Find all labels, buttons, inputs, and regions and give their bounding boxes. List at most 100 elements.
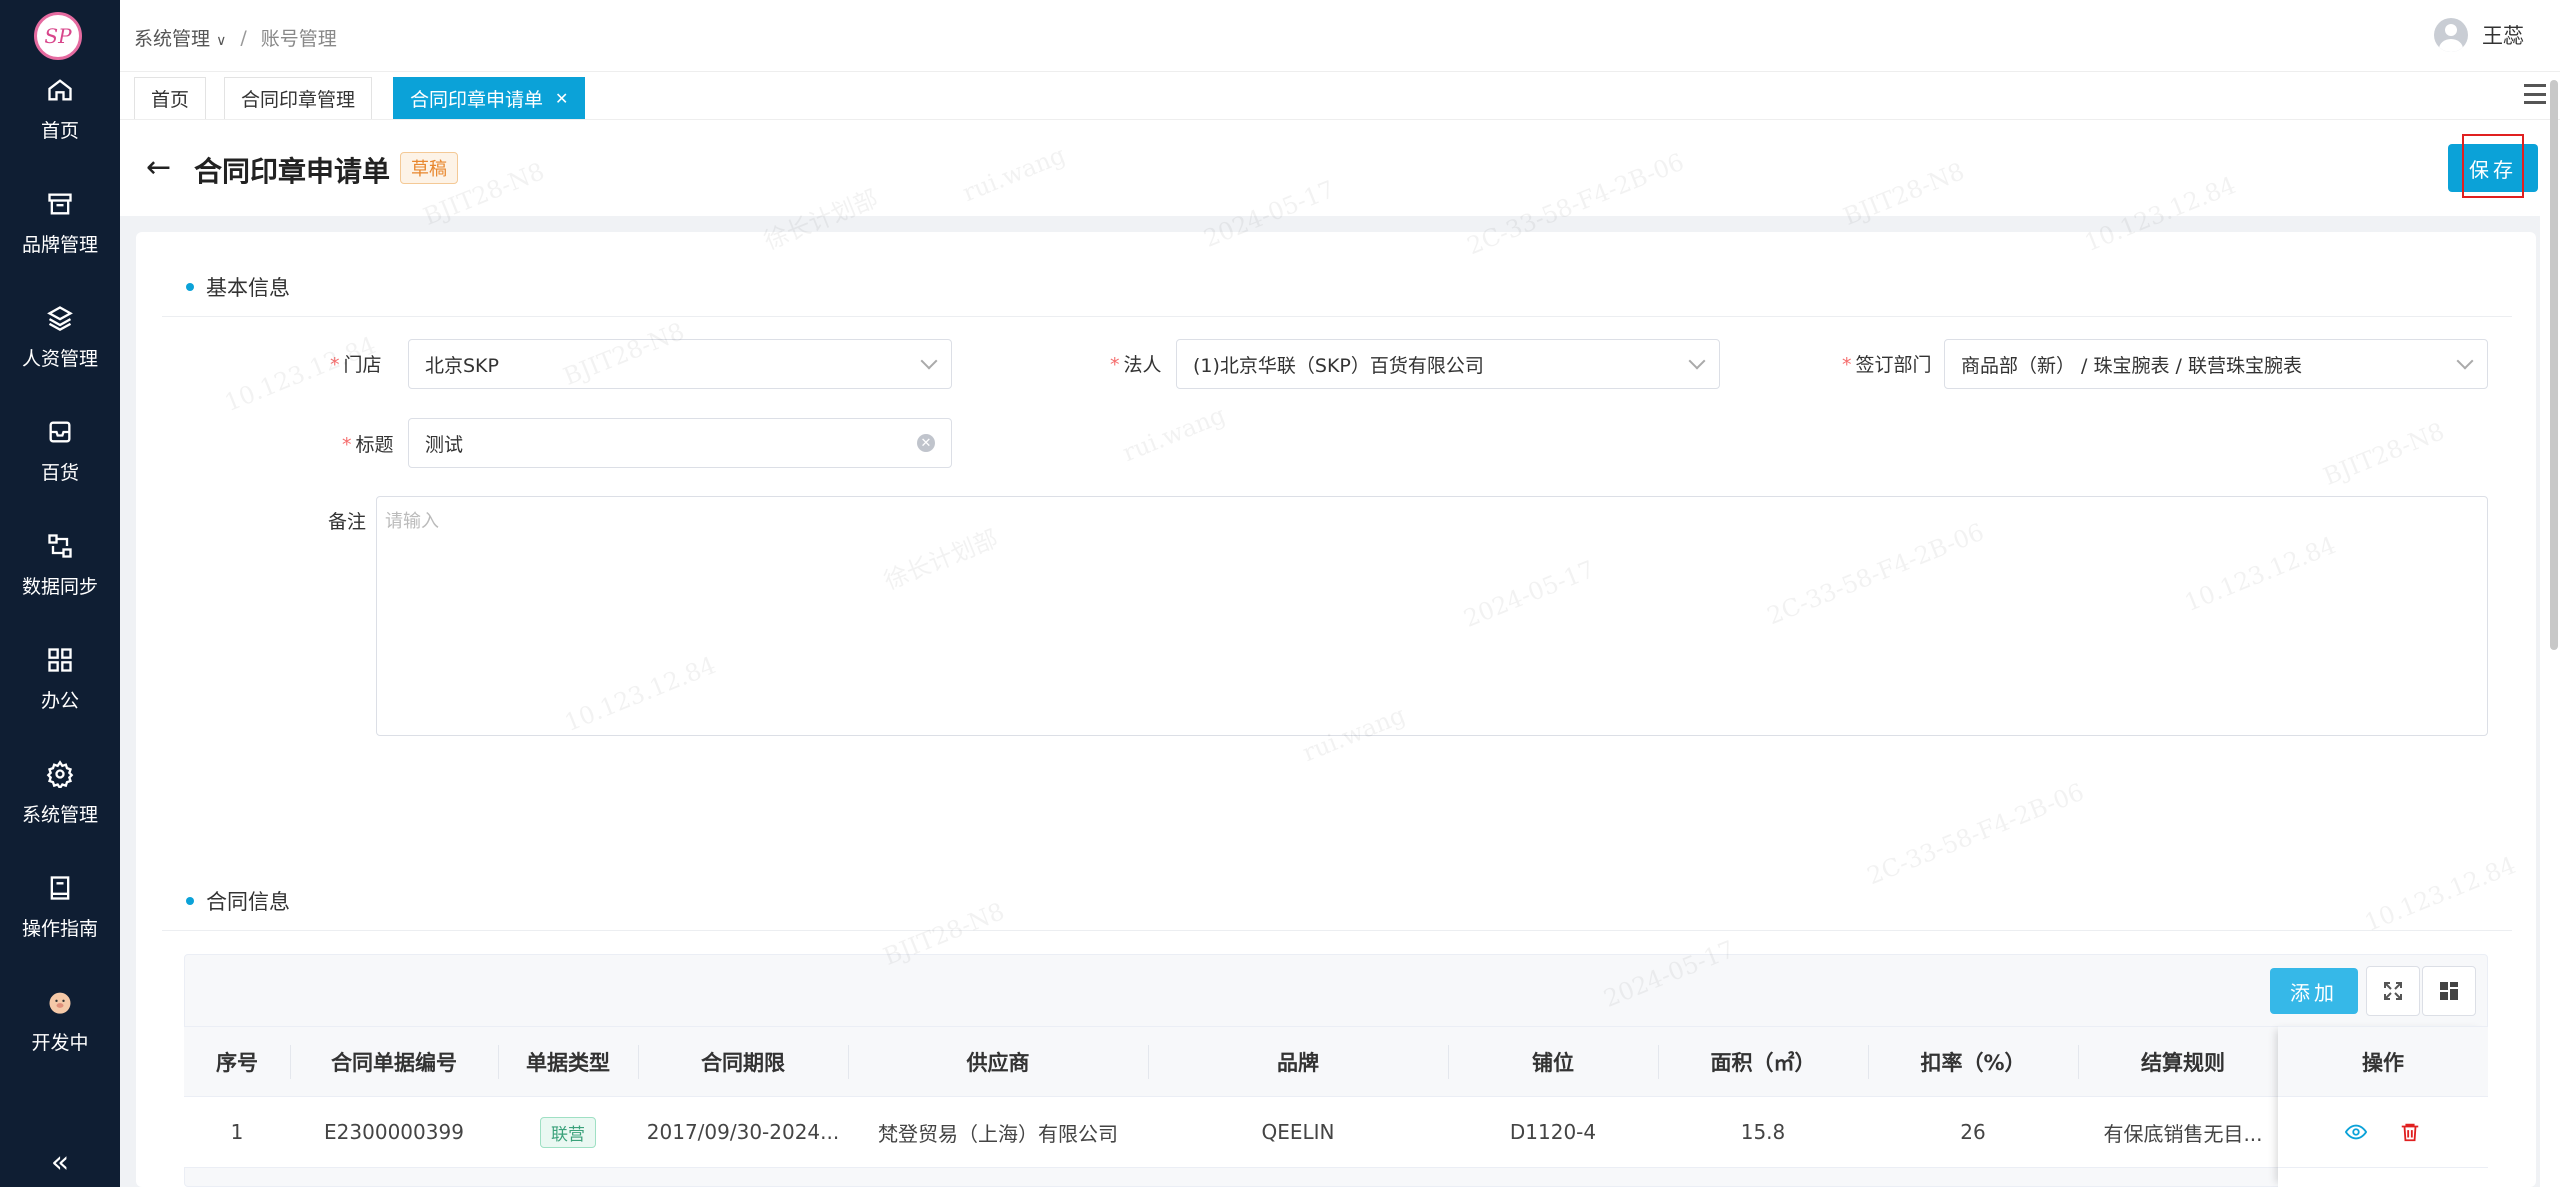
legal-entity-select[interactable]: (1)北京华联（SKP）百货有限公司 (1176, 339, 1720, 389)
department-cascader[interactable]: 商品部（新） / 珠宝腕表 / 联营珠宝腕表 (1944, 339, 2488, 389)
save-button[interactable]: 保存 (2448, 144, 2538, 192)
sidebar-item-data-sync[interactable]: 数据同步 (0, 508, 120, 622)
legal-entity-value: (1)北京华联（SKP）百货有限公司 (1193, 354, 1484, 377)
store-value: 北京SKP (425, 354, 499, 377)
tab-contract-seal-application[interactable]: 合同印章申请单 ✕ (393, 77, 586, 119)
title-input[interactable]: 测试 ✕ (408, 418, 952, 468)
menu-icon[interactable] (2524, 84, 2546, 104)
sidebar-item-dev[interactable]: 开发中 (0, 964, 120, 1078)
column-header[interactable]: 结算规则 (2078, 1027, 2288, 1096)
user-menu[interactable]: 王蕊 (2434, 18, 2524, 52)
column-header[interactable]: 合同单据编号 (290, 1027, 498, 1096)
back-arrow-icon[interactable]: ← (146, 150, 171, 185)
sidebar-collapse-button[interactable]: « (0, 1137, 120, 1187)
breadcrumb-item-current: 账号管理 (260, 28, 337, 50)
column-header[interactable]: 扣率（%） (1868, 1027, 2078, 1096)
view-eye-icon[interactable] (2345, 1121, 2367, 1143)
book-icon (50, 875, 70, 900)
remark-placeholder: 请输入 (385, 511, 439, 532)
chevron-down-icon (1688, 352, 1706, 370)
sidebar-item-label: 系统管理 (21, 803, 98, 826)
section-title-contract-info: 合同信息 (186, 886, 290, 916)
title-label-text: 标题 (355, 434, 394, 456)
chevron-down-icon (2456, 352, 2474, 370)
tab-bar: 首页 合同印章管理 合同印章申请单 ✕ (120, 72, 2560, 120)
sidebar-item-system[interactable]: 系统管理 (0, 736, 120, 850)
department-value: 商品部（新） / 珠宝腕表 / 联营珠宝腕表 (1961, 354, 2302, 377)
page-title: 合同印章申请单 (194, 155, 391, 188)
add-button[interactable]: 添加 (2270, 968, 2358, 1014)
clear-icon[interactable]: ✕ (917, 434, 935, 452)
sidebar-item-brand[interactable]: 品牌管理 (0, 166, 120, 280)
remark-textarea[interactable]: 请输入 (376, 496, 2488, 736)
logo-text: SP (44, 24, 72, 48)
gear-icon (46, 759, 74, 788)
tab-label: 合同印章申请单 (410, 89, 544, 111)
breadcrumb: 系统管理 ∨ / 账号管理 (134, 24, 337, 51)
sync-icon (48, 533, 72, 558)
store-select[interactable]: 北京SKP (408, 339, 952, 389)
column-header[interactable]: 序号 (184, 1027, 290, 1096)
cell-index: 1 (230, 1120, 244, 1144)
column-header[interactable]: 面积（㎡） (1658, 1027, 1868, 1096)
sidebar-item-label: 开发中 (31, 1031, 89, 1054)
sidebar-item-label: 人资管理 (21, 347, 98, 370)
delete-trash-icon[interactable] (2399, 1121, 2421, 1143)
column-header[interactable]: 品牌 (1148, 1027, 1448, 1096)
fullscreen-button[interactable] (2366, 966, 2420, 1016)
cell-area: 15.8 (1740, 1120, 1786, 1144)
cell-rate: 26 (1960, 1120, 1986, 1144)
sidebar-item-guide[interactable]: 操作指南 (0, 850, 120, 964)
sidebar-item-label: 首页 (40, 119, 79, 142)
breadcrumb-separator: / (240, 26, 247, 49)
close-icon[interactable]: ✕ (555, 89, 568, 108)
fullscreen-icon (2384, 982, 2402, 1000)
sidebar-item-hr[interactable]: 人资管理 (0, 280, 120, 394)
remark-label: 备注 (328, 511, 367, 533)
cell-supplier: 梵登贸易（上海）有限公司 (878, 1121, 1118, 1146)
cell-period: 2017/09/30-2024... (646, 1120, 840, 1144)
section-divider (162, 316, 2512, 317)
sidebar-item-label: 办公 (40, 689, 79, 712)
page-scrollbar[interactable] (2550, 80, 2558, 650)
sidebar-item-label: 品牌管理 (21, 233, 98, 256)
layers-icon (47, 305, 73, 331)
column-header[interactable]: 供应商 (848, 1027, 1148, 1096)
cell-doc-type: 联营 (498, 1097, 638, 1167)
department-label-text: 签订部门 (1855, 354, 1932, 376)
user-name: 王蕊 (2482, 24, 2524, 48)
home-icon (48, 78, 72, 100)
breadcrumb-item-system[interactable]: 系统管理 ∨ (134, 24, 226, 51)
tab-contract-seal-management[interactable]: 合同印章管理 (224, 77, 373, 119)
column-header[interactable]: 铺位 (1448, 1027, 1658, 1096)
sidebar-item-label: 数据同步 (21, 575, 98, 598)
layout-grid-icon (2440, 982, 2458, 1000)
cell-brand: QEELIN (1261, 1120, 1335, 1144)
legal-entity-label: * 法人 (1110, 354, 1162, 376)
department-label: * 签订部门 (1842, 354, 1932, 376)
column-header: 操作 (2278, 1026, 2488, 1096)
sidebar-item-home[interactable]: 首页 (0, 52, 120, 166)
double-chevron-left-icon: « (50, 1144, 70, 1180)
section-title-basic-info: 基本信息 (186, 272, 290, 302)
sidebar-item-label: 操作指南 (21, 917, 98, 940)
table-row[interactable]: 1 E2300000399 联营 2017/09/30-2024... 梵登贸易… (184, 1096, 2488, 1168)
tab-label: 首页 (151, 89, 190, 111)
grid-icon (48, 647, 72, 672)
breadcrumb-label: 系统管理 (134, 28, 211, 50)
column-header[interactable]: 单据类型 (498, 1027, 638, 1096)
title-label: * 标题 (342, 434, 394, 456)
chevron-down-icon: ∨ (216, 33, 227, 49)
inbox-icon (49, 421, 71, 442)
sidebar-item-office[interactable]: 办公 (0, 622, 120, 736)
legal-label-text: 法人 (1123, 354, 1162, 376)
column-settings-button[interactable] (2422, 966, 2476, 1016)
section-title-text: 基本信息 (206, 276, 290, 300)
title-value: 测试 (425, 433, 464, 456)
page-header: ← 合同印章申请单 草稿 保存 (120, 120, 2560, 216)
tab-home[interactable]: 首页 (134, 77, 207, 119)
store-label: * 门店 (330, 354, 382, 376)
sidebar-item-department-store[interactable]: 百货 (0, 394, 120, 508)
cell-contract-no: E2300000399 (324, 1120, 464, 1144)
column-header[interactable]: 合同期限 (638, 1027, 848, 1096)
